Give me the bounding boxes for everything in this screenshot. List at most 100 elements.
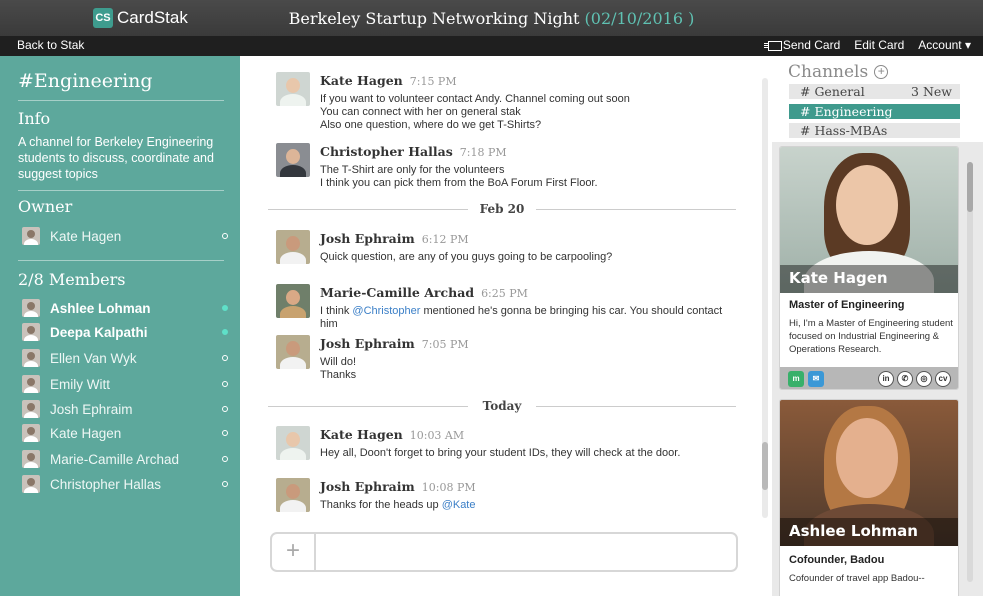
avatar[interactable] (276, 143, 310, 177)
send-card-label: Send Card (782, 38, 841, 52)
card-description: Cofounder of travel app Badou-- (789, 573, 925, 584)
avatar[interactable] (276, 72, 310, 106)
channel-engineering[interactable]: # Engineering (789, 104, 960, 119)
offline-dot (222, 355, 228, 361)
message-composer: + (270, 532, 738, 572)
chat-icon[interactable]: ✉ (808, 371, 824, 387)
member-row[interactable]: Ellen Van Wyk (22, 348, 228, 368)
message-input[interactable] (318, 537, 728, 567)
add-channel-icon[interactable]: + (874, 65, 889, 79)
offline-dot (222, 430, 228, 436)
card-title: Master of Engineering (789, 299, 905, 311)
member-name: Kate Hagen (50, 425, 122, 441)
channel-label: # General (800, 84, 865, 99)
member-name: Josh Ephraim (50, 401, 133, 417)
phone-icon[interactable]: ✆ (897, 371, 913, 387)
divider (18, 100, 224, 101)
member-name: Deepa Kalpathi (50, 324, 148, 340)
cardstak-app: CS CardStak Berkeley Startup Networking … (0, 0, 983, 596)
message-sender[interactable]: Kate Hagen (320, 73, 403, 88)
message-time: 6:12 PM (421, 233, 469, 246)
channel-general[interactable]: # General 3 New (789, 84, 960, 99)
cards-scrollbar[interactable] (967, 162, 973, 582)
avatar (22, 400, 40, 418)
owner-row[interactable]: Kate Hagen (22, 226, 228, 246)
website-icon[interactable]: ◎ (916, 371, 932, 387)
event-title: Berkeley Startup Networking Night (02/10… (0, 9, 983, 28)
right-panel: Channels + # General 3 New # Engineering… (772, 56, 983, 596)
linkedin-icon[interactable]: in (878, 371, 894, 387)
avatar[interactable] (276, 478, 310, 512)
offline-dot (222, 456, 228, 462)
channels-title: Channels (788, 62, 869, 82)
member-row[interactable]: Emily Witt (22, 374, 228, 394)
message-time: 10:03 AM (409, 429, 465, 442)
message-time: 10:08 PM (421, 481, 476, 494)
avatar[interactable] (276, 284, 310, 318)
avatar[interactable] (276, 230, 310, 264)
message-time: 7:05 PM (421, 338, 469, 351)
online-dot (222, 329, 228, 335)
avatar (22, 227, 40, 245)
profile-card[interactable]: Kate Hagen Master of Engineering Hi, I'm… (779, 146, 959, 390)
message-text: If you want to volunteer contact Andy. C… (320, 93, 630, 105)
message-sender[interactable]: Josh Ephraim (320, 336, 415, 351)
mention-link[interactable]: @Kate (442, 499, 476, 511)
member-row[interactable]: Kate Hagen (22, 423, 228, 443)
back-to-stak-link[interactable]: Back to Stak (17, 38, 84, 52)
attach-plus-button[interactable]: + (272, 534, 316, 570)
divider (18, 190, 224, 191)
date-separator-label: Feb 20 (479, 202, 525, 216)
scrollbar-thumb[interactable] (967, 162, 973, 212)
card-name: Ashlee Lohman (789, 522, 918, 540)
edit-card-link[interactable]: Edit Card (854, 38, 904, 52)
cv-icon[interactable]: cv (935, 371, 951, 387)
member-row[interactable]: Christopher Hallas (22, 474, 228, 494)
card-description: Hi, I'm a Master of Engineering student … (789, 318, 953, 355)
owner-title: Owner (18, 197, 73, 216)
members-title: 2/8 Members (18, 270, 126, 289)
member-name: Emily Witt (50, 376, 110, 392)
channels-header: Channels + (788, 62, 889, 82)
channel-sidebar: #Engineering Info A channel for Berkeley… (0, 56, 240, 596)
avatar[interactable] (276, 335, 310, 369)
meetup-icon[interactable]: m (788, 371, 804, 387)
channel-hass-mbas[interactable]: # Hass-MBAs (789, 123, 960, 138)
message-time: 7:15 PM (409, 75, 457, 88)
message-sender[interactable]: Marie-Camille Archad (320, 285, 474, 300)
avatar (22, 475, 40, 493)
scrollbar-thumb[interactable] (762, 442, 768, 490)
date-separator: Feb 20 (268, 202, 736, 218)
message-text: Also one question, where do we get T-Shi… (320, 119, 542, 131)
message-sender[interactable]: Josh Ephraim (320, 231, 415, 246)
top-bar: CS CardStak Berkeley Startup Networking … (0, 0, 983, 36)
message-text: Thanks for the heads up @Kate (320, 499, 476, 511)
offline-dot (222, 381, 228, 387)
chat-panel: Kate Hagen 7:15 PM If you want to volunte… (240, 56, 772, 596)
avatar (22, 299, 40, 317)
profile-card[interactable]: Ashlee Lohman Cofounder, Badou Cofounder… (779, 399, 959, 596)
member-row[interactable]: Marie-Camille Archad (22, 449, 228, 469)
message-text: Thanks (320, 369, 357, 381)
message-sender[interactable]: Kate Hagen (320, 427, 403, 442)
event-date: (02/10/2016 ) (584, 9, 695, 28)
member-name: Christopher Hallas (50, 476, 162, 492)
mention-link[interactable]: @Christopher (352, 305, 420, 317)
member-row[interactable]: Deepa Kalpathi (22, 322, 228, 342)
member-row[interactable]: Josh Ephraim (22, 399, 228, 419)
avatar[interactable] (276, 426, 310, 460)
profile-photo: Kate Hagen (780, 147, 958, 293)
message-text: The T-Shirt are only for the volunteers (320, 164, 505, 176)
new-count-badge: 3 New (911, 84, 952, 99)
message-sender[interactable]: Christopher Hallas (320, 144, 453, 159)
message-text: Will do! (320, 356, 357, 368)
message-sender[interactable]: Josh Ephraim (320, 479, 415, 494)
message-text: Quick question, are any of you guys goin… (320, 251, 613, 263)
online-dot (222, 305, 228, 311)
account-menu[interactable]: Account ▾ (918, 38, 971, 52)
member-row[interactable]: Ashlee Lohman (22, 298, 228, 318)
event-name: Berkeley Startup Networking Night (288, 9, 580, 28)
message-time: 7:18 PM (459, 146, 507, 159)
chat-scrollbar[interactable] (762, 78, 768, 518)
send-card-link[interactable]: Send Card (763, 38, 841, 52)
